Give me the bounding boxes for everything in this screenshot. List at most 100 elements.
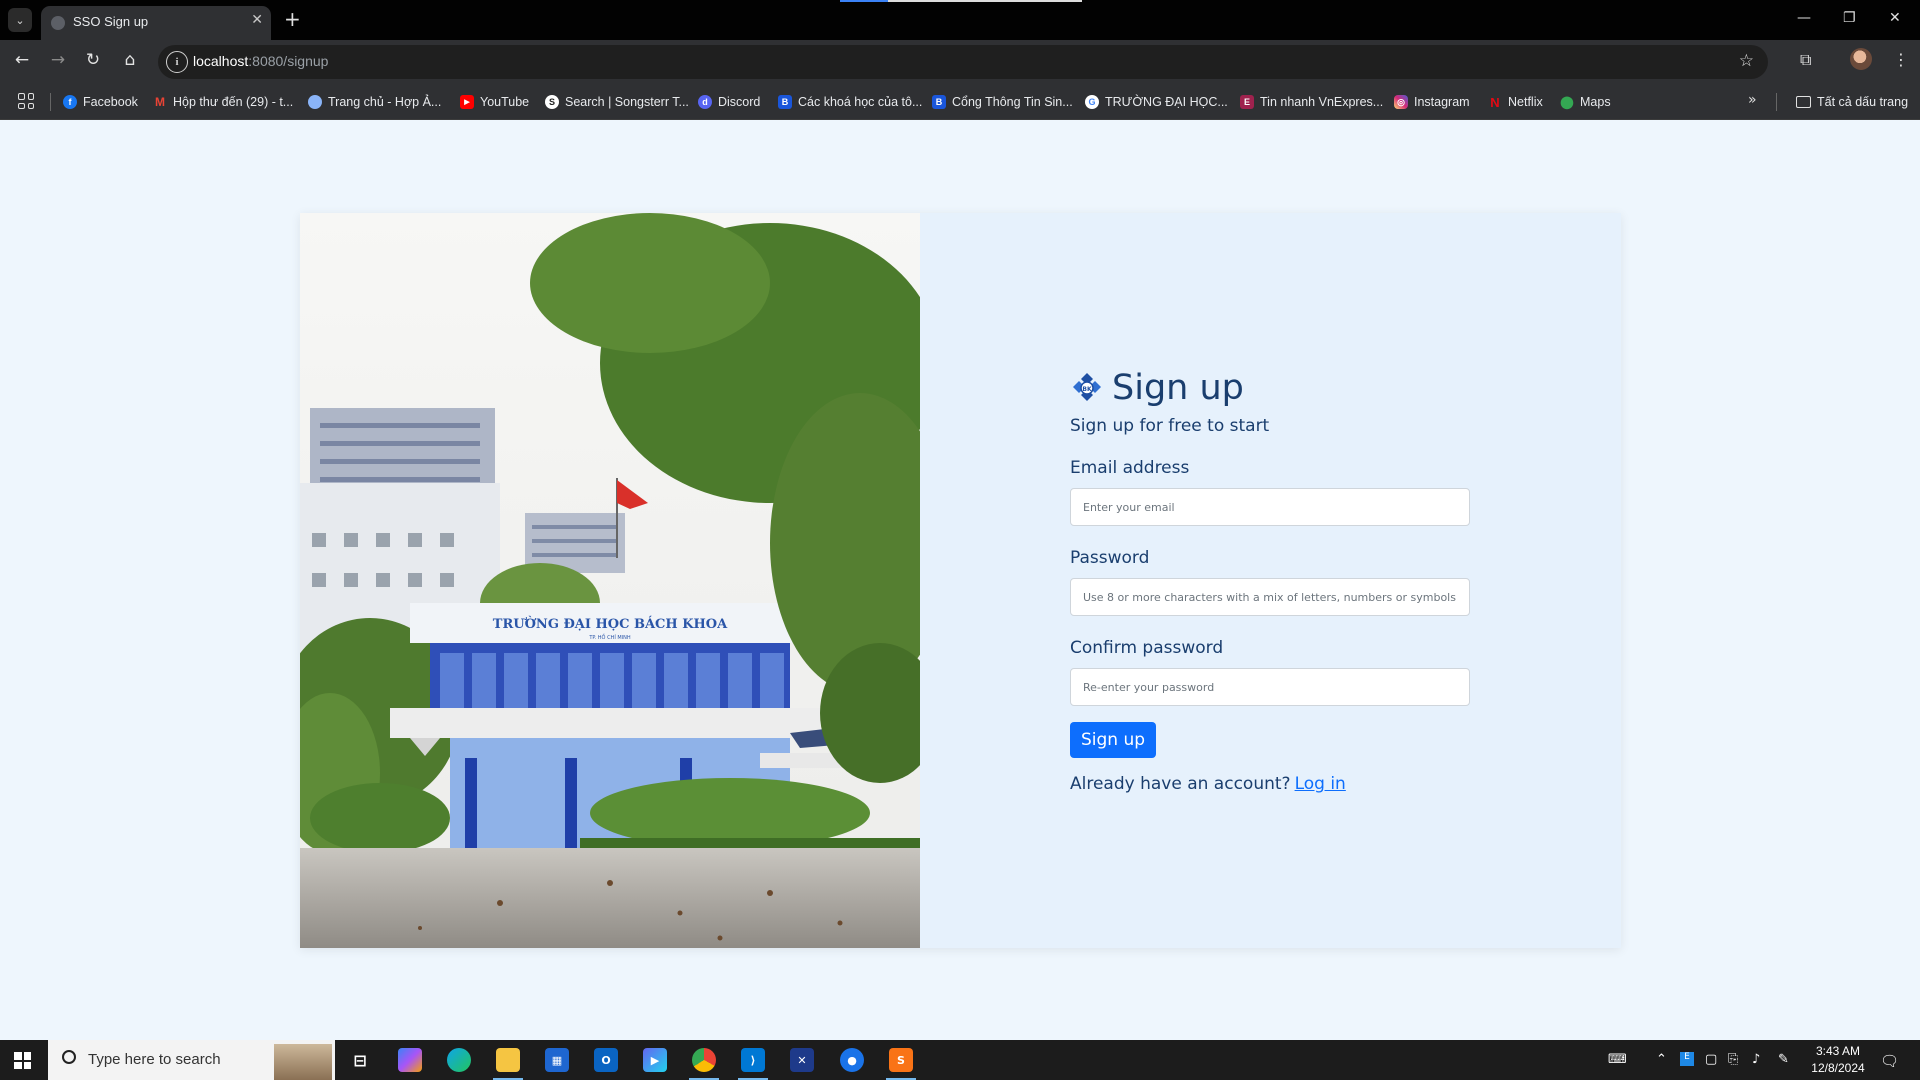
tab-search-button[interactable]: ⌄ bbox=[8, 8, 32, 32]
edge-icon[interactable] bbox=[447, 1048, 471, 1072]
reload-icon[interactable]: ↻ bbox=[81, 50, 105, 70]
bookmark-facebook[interactable]: f Facebook bbox=[63, 93, 138, 111]
profile-avatar[interactable] bbox=[1850, 48, 1872, 70]
url-host: localhost bbox=[193, 53, 249, 69]
address-bar[interactable]: i localhost:8080/signup ☆ bbox=[158, 45, 1768, 79]
apps-grid-icon[interactable] bbox=[18, 93, 34, 109]
minimize-icon[interactable]: — bbox=[1797, 10, 1811, 26]
url-path: :8080/signup bbox=[248, 53, 329, 69]
password-label: Password bbox=[1070, 548, 1150, 568]
power-automate-icon[interactable]: ▶ bbox=[643, 1048, 667, 1072]
bookmark-maps[interactable]: ⬤ Maps bbox=[1560, 93, 1610, 111]
volume-icon[interactable]: ♪ bbox=[1752, 1052, 1760, 1067]
bookmark-discord[interactable]: d Discord bbox=[698, 93, 760, 111]
menu-kebab-icon[interactable]: ⋮ bbox=[1893, 50, 1909, 69]
taskbar-search-placeholder: Type here to search bbox=[88, 1051, 221, 1068]
task-view-icon[interactable]: ⊟ bbox=[348, 1048, 372, 1072]
gmail-icon: M bbox=[155, 95, 165, 109]
confirm-password-field[interactable] bbox=[1070, 668, 1470, 706]
close-tab-icon[interactable]: ✕ bbox=[251, 12, 263, 28]
bk-logo-icon: BK bbox=[1073, 373, 1101, 401]
bookmark-label: Instagram bbox=[1414, 95, 1470, 109]
bookmark-bk-courses[interactable]: B Các khoá học của tô... bbox=[778, 93, 922, 111]
email-field[interactable] bbox=[1070, 488, 1470, 526]
tab-sso-signup[interactable]: SSO Sign up ✕ bbox=[41, 6, 271, 40]
bookmark-label: Discord bbox=[718, 95, 761, 109]
taskbar-search[interactable]: Type here to search bbox=[48, 1040, 335, 1080]
instagram-icon: ◎ bbox=[1394, 95, 1408, 109]
bookmark-label: Cổng Thông Tin Sin... bbox=[952, 95, 1073, 109]
password-field[interactable] bbox=[1070, 578, 1470, 616]
restore-icon[interactable]: ❐ bbox=[1843, 10, 1856, 26]
page-subtitle: Sign up for free to start bbox=[1070, 416, 1270, 436]
bookmark-songsterr[interactable]: S Search | Songsterr T... bbox=[545, 93, 689, 111]
forward-icon[interactable]: → bbox=[46, 50, 70, 70]
bookmark-youtube[interactable]: ▶ YouTube bbox=[460, 93, 529, 111]
bookmark-label: Các khoá học của tô... bbox=[798, 95, 923, 109]
bookmark-trang-chu[interactable]: Trang chủ - Hợp Ả... bbox=[308, 93, 441, 111]
bookmark-cong-thong-tin[interactable]: B Cổng Thông Tin Sin... bbox=[932, 93, 1073, 111]
windows-start-icon[interactable] bbox=[14, 1052, 31, 1069]
site-info-icon[interactable]: i bbox=[166, 51, 188, 73]
bookmark-star-icon[interactable]: ☆ bbox=[1739, 51, 1754, 71]
app-tray-icon[interactable]: E bbox=[1680, 1052, 1694, 1066]
show-hidden-icons-icon[interactable]: ⌃ bbox=[1656, 1052, 1667, 1067]
songsterr-icon: S bbox=[545, 95, 559, 109]
file-explorer-icon[interactable] bbox=[496, 1048, 520, 1072]
outlook-icon[interactable]: O bbox=[594, 1048, 618, 1072]
url-text[interactable]: localhost:8080/signup bbox=[193, 53, 328, 69]
keyboard-icon[interactable]: ⌨ bbox=[1608, 1052, 1627, 1067]
bk-icon: B bbox=[778, 95, 792, 109]
pen-icon[interactable]: ✎ bbox=[1778, 1052, 1789, 1067]
back-icon[interactable]: ← bbox=[10, 50, 34, 70]
bookmark-label: YouTube bbox=[480, 95, 530, 109]
folder-icon bbox=[1796, 96, 1811, 108]
tab-title: SSO Sign up bbox=[73, 14, 149, 29]
windows-taskbar: Type here to search ⊟ ▦ O ▶ ⟩ ✕ ● S ⌨ ⌃ … bbox=[0, 1040, 1920, 1080]
extensions-icon[interactable]: ⧉ bbox=[1800, 50, 1811, 70]
bookmark-truong-dai-hoc[interactable]: G TRƯỜNG ĐẠI HỌC... bbox=[1085, 93, 1228, 111]
account-prompt-text: Already have an account? bbox=[1070, 774, 1291, 794]
login-link[interactable]: Log in bbox=[1295, 774, 1346, 794]
all-bookmarks-folder[interactable]: Tất cả dấu trang bbox=[1796, 93, 1908, 111]
bookmark-label: Hộp thư đến (29) - t... bbox=[173, 95, 294, 109]
ssms-icon[interactable]: ✕ bbox=[790, 1048, 814, 1072]
copilot-icon[interactable] bbox=[398, 1048, 422, 1072]
bookmark-instagram[interactable]: ◎ Instagram bbox=[1394, 93, 1470, 111]
bookmark-vnexpress[interactable]: E Tin nhanh VnExpres... bbox=[1240, 93, 1383, 111]
building-sign: TRƯỜNG ĐẠI HỌC BÁCH KHOA bbox=[493, 615, 728, 632]
close-window-icon[interactable]: ✕ bbox=[1889, 10, 1901, 26]
bookmark-label: Tin nhanh VnExpres... bbox=[1260, 95, 1384, 109]
globe-icon bbox=[51, 16, 65, 30]
vscode-icon[interactable]: ⟩ bbox=[741, 1048, 765, 1072]
clock-date: 12/8/2024 bbox=[1811, 1061, 1865, 1075]
more-bookmarks-icon[interactable]: » bbox=[1748, 92, 1757, 108]
signup-form: BK Sign up Sign up for free to start Ema… bbox=[1070, 368, 1470, 794]
chrome-icon[interactable] bbox=[692, 1048, 716, 1072]
loading-progress bbox=[840, 0, 888, 2]
discord-icon: d bbox=[698, 95, 712, 109]
notifications-icon[interactable]: 🗨 bbox=[1880, 1052, 1899, 1070]
sublime-icon[interactable]: S bbox=[889, 1048, 913, 1072]
svg-text:BK: BK bbox=[1082, 386, 1092, 393]
system-clock[interactable]: 3:43 AM 12/8/2024 bbox=[1810, 1043, 1866, 1077]
bookmark-label: TRƯỜNG ĐẠI HỌC... bbox=[1105, 95, 1228, 109]
network-icon[interactable]: ⎘ bbox=[1728, 1052, 1738, 1067]
store-icon[interactable]: ▦ bbox=[545, 1048, 569, 1072]
new-tab-button[interactable]: + bbox=[284, 8, 301, 30]
signup-button[interactable]: Sign up bbox=[1070, 722, 1157, 758]
device-tray-icon[interactable]: ▢ bbox=[1705, 1052, 1717, 1067]
search-icon bbox=[62, 1050, 76, 1064]
link-icon bbox=[308, 95, 322, 109]
bookmark-label: Search | Songsterr T... bbox=[565, 95, 689, 109]
browser-toolbar: ← → ↻ ⌂ i localhost:8080/signup ☆ ⧉ ⋮ bbox=[0, 40, 1920, 84]
bookmark-netflix[interactable]: N Netflix bbox=[1488, 93, 1542, 111]
login-prompt: Already have an account? Log in bbox=[1070, 774, 1470, 794]
home-icon[interactable]: ⌂ bbox=[118, 50, 142, 70]
bookmark-gmail[interactable]: M Hộp thư đến (29) - t... bbox=[153, 93, 293, 111]
netflix-icon: N bbox=[1490, 94, 1500, 110]
bookmarks-divider bbox=[50, 93, 51, 111]
vnexpress-icon: E bbox=[1240, 95, 1254, 109]
bookmark-label: Trang chủ - Hợp Ả... bbox=[328, 95, 442, 109]
maps-app-icon[interactable]: ● bbox=[840, 1048, 864, 1072]
